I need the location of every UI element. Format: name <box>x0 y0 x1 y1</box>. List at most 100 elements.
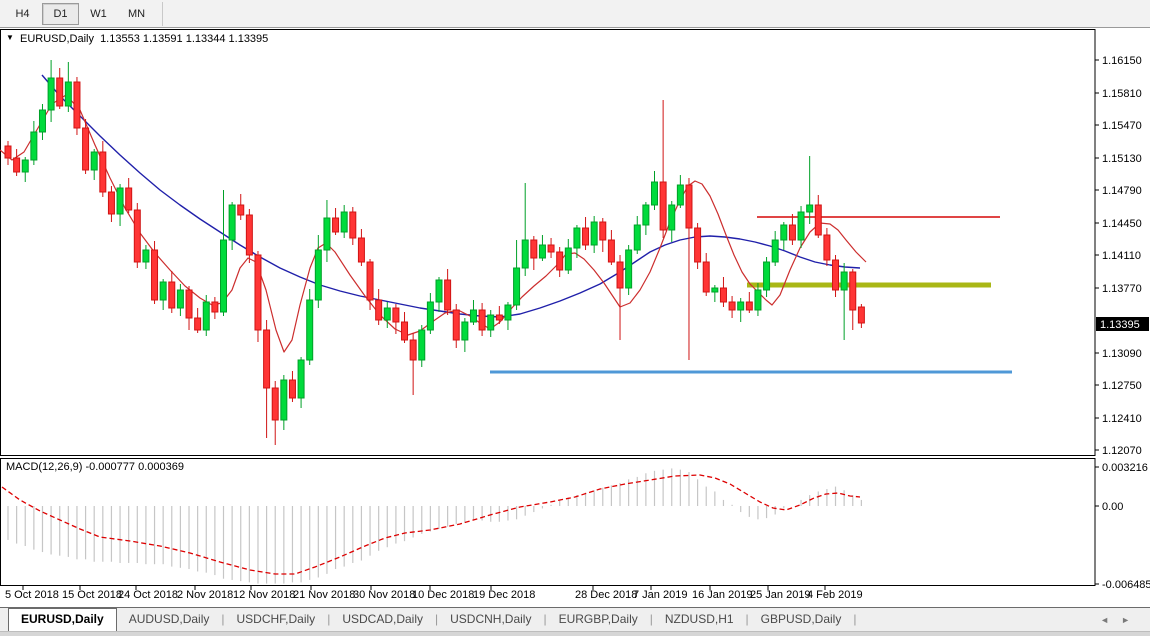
candle <box>367 262 373 300</box>
candle <box>376 300 382 320</box>
macd-axis: 0.0032160.00-0.006485 <box>1095 462 1150 591</box>
candle <box>14 158 20 172</box>
price-axis: 1.161501.158101.154701.151301.147901.144… <box>1095 55 1142 457</box>
candle <box>833 260 839 290</box>
candle <box>574 228 580 248</box>
svg-text:1.15470: 1.15470 <box>1102 120 1142 132</box>
candle <box>100 152 106 192</box>
candle <box>289 380 295 398</box>
candle <box>496 315 502 320</box>
timeframe-toolbar: H4 D1 W1 MN <box>0 0 1150 28</box>
candle <box>617 262 623 288</box>
candle <box>229 205 235 240</box>
svg-text:1.14450: 1.14450 <box>1102 218 1142 230</box>
candle <box>315 250 321 300</box>
candle <box>255 255 261 330</box>
svg-text:-0.006485: -0.006485 <box>1102 579 1150 591</box>
candle <box>652 182 658 205</box>
svg-text:19 Dec 2018: 19 Dec 2018 <box>473 589 535 601</box>
candle <box>815 205 821 235</box>
candle <box>160 282 166 300</box>
symbol-tab-bar: EURUSD,Daily AUDUSD,Daily | USDCHF,Daily… <box>0 607 1150 631</box>
candle <box>31 132 37 160</box>
svg-text:1.14110: 1.14110 <box>1102 250 1141 262</box>
candle <box>333 218 339 232</box>
candle <box>117 188 123 214</box>
candle <box>738 302 744 310</box>
toolbar-separator <box>162 2 163 26</box>
timeframe-d1-button[interactable]: D1 <box>42 3 79 25</box>
candle <box>746 302 752 310</box>
candle <box>729 302 735 310</box>
candle <box>453 310 459 340</box>
tab-scroll-arrows[interactable]: ◄► <box>1100 615 1142 625</box>
svg-text:1.12410: 1.12410 <box>1102 413 1142 425</box>
candle <box>5 146 11 158</box>
candle <box>436 280 442 302</box>
candle <box>83 128 89 170</box>
candle <box>177 290 183 308</box>
candle <box>91 152 97 170</box>
tab-gbpusd-daily[interactable]: GBPUSD,Daily <box>749 609 854 631</box>
candle <box>781 225 787 240</box>
candle <box>505 305 511 320</box>
tab-eurusd-daily[interactable]: EURUSD,Daily <box>8 608 117 631</box>
svg-text:21 Nov 2018: 21 Nov 2018 <box>293 589 355 601</box>
candle <box>677 185 683 205</box>
candle <box>669 205 675 230</box>
candle <box>858 307 864 323</box>
candle <box>186 290 192 318</box>
candle <box>358 238 364 262</box>
candle <box>134 210 140 262</box>
svg-text:25 Jan 2019: 25 Jan 2019 <box>750 589 811 601</box>
candle <box>539 245 545 258</box>
tab-audusd-daily[interactable]: AUDUSD,Daily <box>117 609 222 631</box>
svg-text:24 Oct 2018: 24 Oct 2018 <box>118 589 178 601</box>
candle <box>712 288 718 292</box>
svg-text:2 Nov 2018: 2 Nov 2018 <box>177 589 233 601</box>
tab-scroll-right-icon[interactable]: ► <box>1121 615 1142 625</box>
tab-usdcad-daily[interactable]: USDCAD,Daily <box>330 609 435 631</box>
candle <box>488 315 494 330</box>
candle <box>74 82 80 128</box>
candle <box>755 290 761 310</box>
candle <box>281 380 287 420</box>
chart-dropdown-arrow-icon[interactable]: ▼ <box>6 33 14 42</box>
timeframe-h4-button[interactable]: H4 <box>4 3 41 25</box>
timeframe-w1-button[interactable]: W1 <box>80 3 117 25</box>
svg-text:28 Dec 2018: 28 Dec 2018 <box>575 589 637 601</box>
candle <box>264 330 270 388</box>
tab-usdchf-daily[interactable]: USDCHF,Daily <box>225 609 328 631</box>
tab-scroll-left-icon[interactable]: ◄ <box>1100 615 1121 625</box>
candle <box>608 240 614 262</box>
candle <box>514 268 520 305</box>
svg-text:1.12750: 1.12750 <box>1102 380 1142 392</box>
svg-text:0.00: 0.00 <box>1102 501 1123 513</box>
tab-usdcnh-daily[interactable]: USDCNH,Daily <box>438 609 543 631</box>
current-price-tag: 1.13395 <box>1096 317 1149 331</box>
chart-canvas[interactable]: 1.161501.158101.154701.151301.147901.144… <box>0 28 1150 607</box>
candle <box>39 110 45 132</box>
candle <box>384 308 390 320</box>
svg-text:7 Jan 2019: 7 Jan 2019 <box>633 589 687 601</box>
candle <box>65 82 71 106</box>
candle <box>565 248 571 270</box>
tab-nzdusd-h1[interactable]: NZDUSD,H1 <box>653 609 746 631</box>
candle <box>626 250 632 288</box>
candle <box>695 228 701 262</box>
tab-eurgbp-daily[interactable]: EURGBP,Daily <box>547 609 650 631</box>
svg-text:1.12070: 1.12070 <box>1102 445 1142 457</box>
candle <box>548 245 554 252</box>
candle <box>850 272 856 310</box>
candle <box>22 160 28 172</box>
candle <box>152 250 158 300</box>
candle <box>522 240 528 268</box>
candle <box>427 302 433 330</box>
candle <box>169 282 175 308</box>
svg-text:4 Feb 2019: 4 Feb 2019 <box>807 589 863 601</box>
candle <box>126 188 132 210</box>
timeframe-mn-button[interactable]: MN <box>118 3 155 25</box>
svg-text:1.15130: 1.15130 <box>1102 153 1142 165</box>
candle <box>798 212 804 240</box>
candle <box>402 322 408 340</box>
